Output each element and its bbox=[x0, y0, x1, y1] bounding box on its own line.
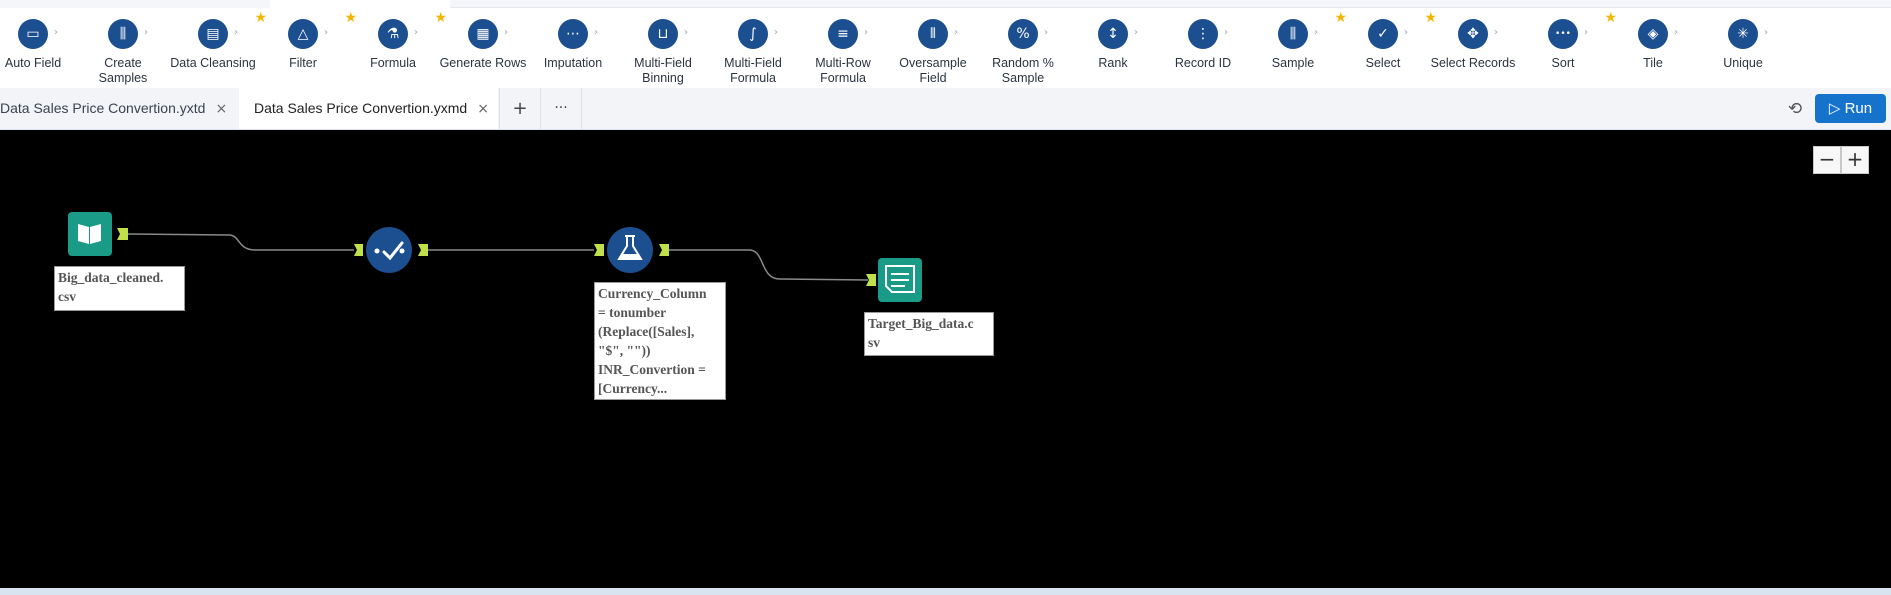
input-annotation: Big_data_cleaned. csv bbox=[54, 266, 185, 311]
output-anchor bbox=[117, 228, 128, 240]
input-data-node[interactable] bbox=[68, 212, 112, 256]
formula-node[interactable] bbox=[594, 227, 669, 273]
workflow-graph bbox=[68, 212, 922, 302]
connection-input-select bbox=[127, 233, 354, 251]
output-anchor bbox=[418, 244, 428, 256]
input-anchor bbox=[594, 244, 604, 256]
output-annotation: Target_Big_data.c sv bbox=[864, 312, 994, 356]
select-node[interactable] bbox=[354, 227, 428, 273]
formula-annotation: Currency_Column = tonumber (Replace([Sal… bbox=[594, 282, 726, 400]
output-anchor bbox=[659, 244, 669, 256]
output-data-node[interactable] bbox=[866, 258, 922, 302]
connection-formula-output bbox=[669, 249, 869, 281]
input-anchor bbox=[354, 244, 363, 256]
